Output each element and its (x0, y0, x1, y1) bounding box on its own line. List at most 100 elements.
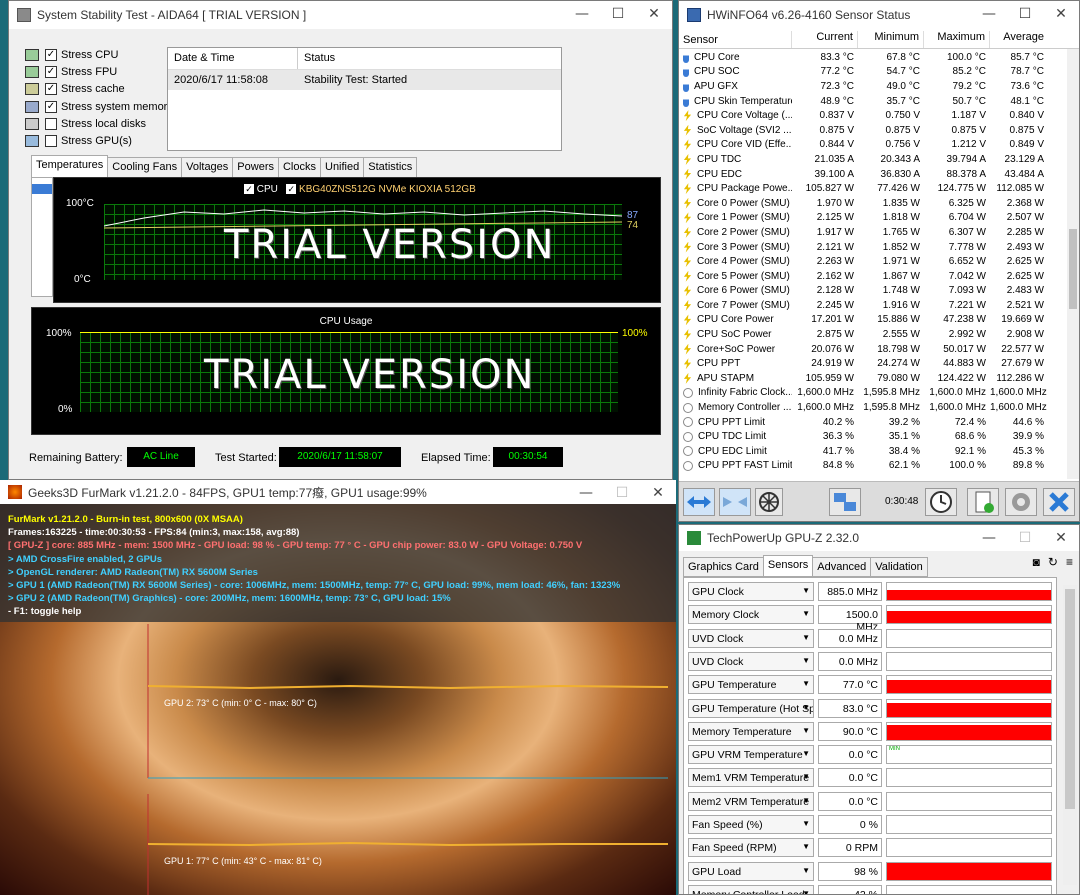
sensor-label-dropdown[interactable]: GPU Clock ▼ (688, 582, 814, 601)
maximize-button[interactable]: ☐ (1007, 525, 1043, 553)
sensor-label-dropdown[interactable]: Mem1 VRM Temperature ▼ (688, 768, 814, 788)
sensor-label-dropdown[interactable]: Memory Clock ▼ (688, 605, 814, 625)
sensor-label-dropdown[interactable]: Memory Controller Load ▼ (688, 884, 814, 894)
stress-checkbox[interactable]: ✓ (45, 83, 57, 96)
table-row[interactable]: APU STAPM 105.959 W 79.080 W 124.422 W 112.2… (679, 371, 1069, 386)
sensor-label-dropdown[interactable]: GPU Temperature (Hot Spot) ▼ (688, 698, 814, 718)
sensor-average: 44.6 % (1012, 416, 1044, 428)
table-row[interactable]: Core 3 Power (SMU) 2.121 W 1.852 W 7.778 W 2… (679, 240, 1069, 255)
settings-gear-icon[interactable] (1005, 488, 1037, 516)
tab-statistics[interactable]: Statistics (363, 157, 418, 177)
sensor-label-dropdown[interactable]: GPU Load ▼ (688, 861, 814, 881)
table-row[interactable]: Infinity Fabric Clock... 1,600.0 MHz 1,595… (679, 386, 1069, 401)
sensor-label-dropdown[interactable]: GPU VRM Temperature ▼ (688, 745, 814, 765)
sensor-graph (886, 651, 1052, 671)
stress-option[interactable]: ✓ Stress system memory (25, 99, 173, 115)
collapse-arrows-icon[interactable] (719, 488, 751, 516)
col-sensor[interactable]: Sensor (679, 31, 792, 48)
table-row[interactable]: CPU PPT FAST Limit 84.8 % 62.1 % 100.0 % 89.… (679, 459, 1069, 474)
table-row[interactable]: Core+SoC Power 20.076 W 18.798 W 50.017 W 22… (679, 342, 1069, 357)
menu-icon[interactable]: ≡ (1066, 555, 1073, 569)
sensor-label-dropdown[interactable]: Mem2 VRM Temperature ▼ (688, 791, 814, 811)
sensor-scrollbar[interactable] (1067, 49, 1079, 479)
network-icon[interactable] (829, 488, 861, 516)
minimize-button[interactable]: — (971, 525, 1007, 553)
table-row[interactable]: CPU Core Voltage (... 0.837 V 0.750 V 1.187… (679, 108, 1069, 123)
sensor-label-dropdown[interactable]: Memory Temperature ▼ (688, 721, 814, 741)
aida-window: System Stability Test - AIDA64 [ TRIAL V… (8, 0, 673, 480)
table-row[interactable]: CPU EDC Limit 41.7 % 38.4 % 92.1 % 45.3 % (679, 444, 1069, 459)
clock-icon[interactable] (925, 488, 957, 516)
sensor-label-dropdown[interactable]: UVD Clock ▼ (688, 651, 814, 671)
sensor-label-dropdown[interactable]: Fan Speed (%) ▼ (688, 815, 814, 834)
stress-option[interactable]: ✓ Stress CPU (25, 47, 118, 63)
table-row[interactable]: Core 1 Power (SMU) 2.125 W 1.818 W 6.704 W 2… (679, 211, 1069, 226)
refresh-icon[interactable]: ↻ (1048, 555, 1058, 569)
table-row[interactable]: CPU TDC 21.035 A 20.343 A 39.794 A 23.129 A (679, 152, 1069, 167)
tab-powers[interactable]: Powers (232, 157, 279, 177)
table-row[interactable]: Core 5 Power (SMU) 2.162 W 1.867 W 7.042 W 2… (679, 269, 1069, 284)
report-icon[interactable] (967, 488, 999, 516)
stress-option[interactable]: Stress local disks (25, 116, 146, 132)
table-row[interactable]: CPU Core VID (Effe... 0.844 V 0.756 V 1.212… (679, 138, 1069, 153)
col-current[interactable]: Current (792, 31, 858, 48)
col-minimum[interactable]: Minimum (858, 31, 924, 48)
graph-sidebar[interactable] (31, 177, 53, 297)
tab-temperatures[interactable]: Temperatures (31, 155, 109, 177)
sensor-label-dropdown[interactable]: Fan Speed (RPM) ▼ (688, 838, 814, 858)
table-row[interactable]: CPU SoC Power 2.875 W 2.555 W 2.992 W 2.908 … (679, 327, 1069, 342)
table-row[interactable]: CPU Core Power 17.201 W 15.886 W 47.238 W 19… (679, 313, 1069, 328)
stress-option[interactable]: ✓ Stress cache (25, 81, 125, 97)
navigate-arrows-icon[interactable] (683, 488, 715, 516)
sensors-scrollbar[interactable] (1063, 585, 1077, 885)
table-row[interactable]: SoC Voltage (SVI2 ... 0.875 V 0.875 V 0.875… (679, 123, 1069, 138)
close-button[interactable]: ✕ (1043, 525, 1079, 553)
close-x-icon[interactable] (1043, 488, 1075, 516)
table-row[interactable]: Core 6 Power (SMU) 2.128 W 1.748 W 7.093 W 2… (679, 284, 1069, 299)
table-row[interactable]: CPU SOC 77.2 °C 54.7 °C 85.2 °C 78.7 °C (679, 65, 1069, 80)
table-row[interactable]: Core 4 Power (SMU) 2.263 W 1.971 W 6.652 W 2… (679, 254, 1069, 269)
tab-sensors[interactable]: Sensors (762, 555, 814, 577)
camera-icon[interactable]: ◙ (1033, 555, 1040, 569)
sensor-label-dropdown[interactable]: UVD Clock ▼ (688, 628, 814, 648)
table-row[interactable]: CPU TDC Limit 36.3 % 35.1 % 68.6 % 39.9 % (679, 429, 1069, 444)
table-row[interactable]: CPU PPT 24.919 W 24.274 W 44.883 W 27.679 W (679, 356, 1069, 371)
stress-checkbox[interactable] (45, 135, 57, 147)
maximize-button[interactable]: ☐ (600, 1, 636, 29)
table-row[interactable]: Core 2 Power (SMU) 1.917 W 1.765 W 6.307 W 2… (679, 225, 1069, 240)
col-maximum[interactable]: Maximum (924, 31, 990, 48)
tab-unified[interactable]: Unified (320, 157, 365, 177)
table-row[interactable]: CPU EDC 39.100 A 36.830 A 88.378 A 43.484 A (679, 167, 1069, 182)
sensor-average: 73.6 °C (1010, 80, 1044, 92)
stress-option[interactable]: Stress GPU(s) (25, 133, 132, 149)
sensor-label-dropdown[interactable]: GPU Temperature ▼ (688, 675, 814, 695)
minimize-button[interactable]: — (971, 1, 1007, 29)
tab-validation[interactable]: Validation (870, 557, 928, 577)
tab-graphics-card[interactable]: Graphics Card (683, 557, 764, 577)
table-row[interactable]: CPU Core 83.3 °C 67.8 °C 100.0 °C 85.7 °C (679, 50, 1069, 65)
tab-advanced[interactable]: Advanced (812, 557, 872, 577)
table-row[interactable]: APU GFX 72.3 °C 49.0 °C 79.2 °C 73.6 °C (679, 79, 1069, 94)
stress-checkbox[interactable]: ✓ (45, 100, 57, 113)
stress-checkbox[interactable]: ✓ (45, 49, 57, 61)
maximize-button[interactable]: ☐ (1007, 1, 1043, 29)
col-average[interactable]: Average (990, 31, 1048, 48)
stress-checkbox[interactable] (45, 117, 57, 130)
table-row[interactable]: 2020/6/17 11:58:08 Stability Test: Start… (168, 70, 561, 90)
sensor-graph (886, 582, 1052, 601)
table-row[interactable]: Memory Controller ... 1,600.0 MHz 1,595.8 … (679, 400, 1069, 415)
table-row[interactable]: Core 7 Power (SMU) 2.245 W 1.916 W 7.221 W 2… (679, 298, 1069, 313)
table-row[interactable]: CPU PPT Limit 40.2 % 39.2 % 72.4 % 44.6 % (679, 415, 1069, 430)
table-row[interactable]: CPU Package Powe... 105.827 W 77.426 W 124.… (679, 181, 1069, 196)
stress-checkbox[interactable]: ✓ (45, 66, 57, 79)
table-row[interactable]: Core 0 Power (SMU) 1.970 W 1.835 W 6.325 W 2… (679, 196, 1069, 211)
stress-option[interactable]: ✓ Stress FPU (25, 64, 117, 80)
fan-icon[interactable] (755, 488, 783, 516)
tab-clocks[interactable]: Clocks (277, 157, 321, 177)
close-button[interactable]: ✕ (636, 1, 672, 29)
close-button[interactable]: ✕ (1043, 1, 1079, 29)
tab-cooling-fans[interactable]: Cooling Fans (107, 157, 183, 177)
minimize-button[interactable]: — (564, 1, 600, 29)
tab-voltages[interactable]: Voltages (181, 157, 234, 177)
table-row[interactable]: CPU Skin Temperature 48.9 °C 35.7 °C 50.7 °… (679, 94, 1069, 109)
